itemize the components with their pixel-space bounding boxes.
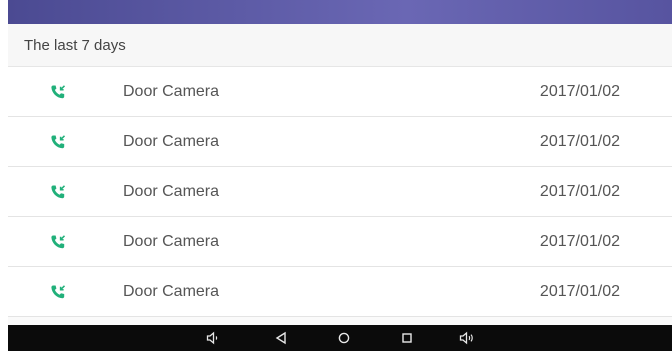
back-icon[interactable] [273, 330, 289, 346]
top-app-bar [8, 0, 672, 24]
call-log-screen: The last 7 days Door Camera 2017/01/02 D… [0, 0, 672, 351]
call-date: 2017/01/02 [539, 83, 620, 100]
incoming-call-icon [50, 84, 66, 100]
incoming-call-icon [50, 184, 66, 200]
navigation-bar [8, 325, 672, 351]
call-date: 2017/01/02 [539, 283, 620, 300]
call-date: 2017/01/02 [539, 133, 620, 150]
incoming-call-icon [50, 134, 66, 150]
call-row[interactable]: Door Camera 2017/01/02 [8, 267, 672, 317]
volume-up-icon[interactable] [459, 330, 475, 346]
caller-name: Door Camera [123, 133, 220, 150]
call-log-content: The last 7 days Door Camera 2017/01/02 D… [8, 24, 672, 325]
call-row[interactable]: Door Camera 2017/01/02 [8, 167, 672, 217]
call-row[interactable]: Door Camera 2017/01/02 [8, 67, 672, 117]
section-header: The last 7 days [8, 24, 672, 67]
recents-icon[interactable] [399, 330, 415, 346]
caller-name: Door Camera [123, 183, 220, 200]
incoming-call-icon [50, 284, 66, 300]
caller-name: Door Camera [123, 233, 220, 250]
call-date: 2017/01/02 [539, 183, 620, 200]
call-row[interactable]: Door Camera 2017/01/02 [8, 117, 672, 167]
left-edge [0, 0, 8, 351]
home-icon[interactable] [336, 330, 352, 346]
caller-name: Door Camera [123, 283, 220, 300]
incoming-call-icon [50, 234, 66, 250]
call-list: Door Camera 2017/01/02 Door Camera 2017/… [8, 67, 672, 317]
call-row[interactable]: Door Camera 2017/01/02 [8, 217, 672, 267]
caller-name: Door Camera [123, 83, 220, 100]
call-date: 2017/01/02 [539, 233, 620, 250]
volume-down-icon[interactable] [205, 330, 221, 346]
